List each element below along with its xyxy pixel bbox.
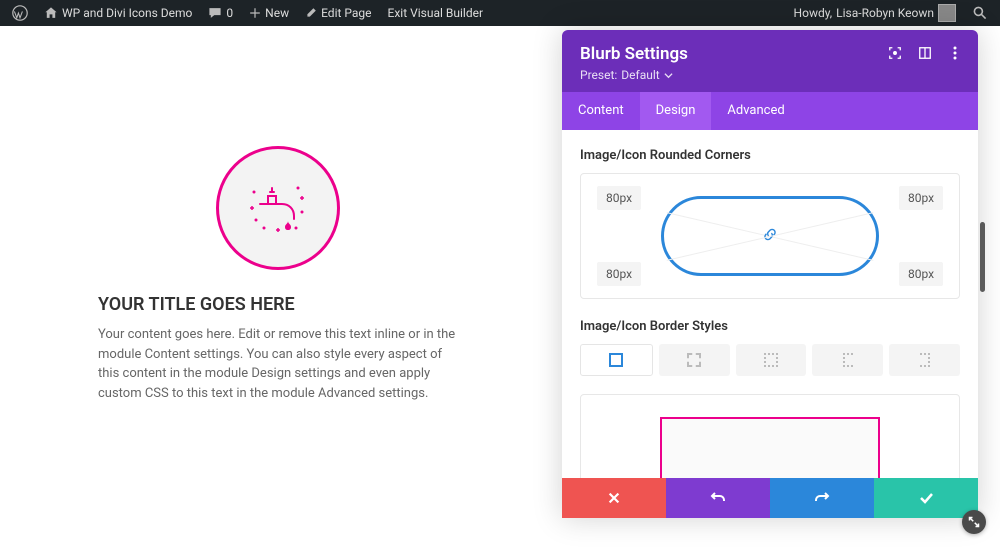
check-icon <box>918 490 934 506</box>
preset-value: Default <box>621 68 659 82</box>
wp-logo[interactable] <box>6 0 34 26</box>
exit-visual-builder[interactable]: Exit Visual Builder <box>382 0 490 26</box>
home-icon <box>44 6 58 20</box>
corner-input-bottom-left[interactable]: 80px <box>597 262 641 286</box>
panel-footer <box>562 478 978 518</box>
tab-advanced[interactable]: Advanced <box>711 92 800 130</box>
redo-icon <box>814 490 830 506</box>
corner-preview-pill <box>661 196 879 276</box>
link-values-toggle[interactable] <box>763 227 777 246</box>
corner-input-top-left[interactable]: 80px <box>597 186 641 210</box>
close-icon <box>607 491 621 505</box>
more-icon[interactable] <box>946 44 964 62</box>
panel-tabs: Content Design Advanced <box>562 92 978 130</box>
exit-vb-label: Exit Visual Builder <box>388 6 484 20</box>
square-dotted-icon <box>764 353 778 367</box>
stage: YOUR TITLE GOES HERE Your content goes h… <box>0 26 1000 548</box>
avatar <box>938 4 956 22</box>
tab-design[interactable]: Design <box>640 92 712 130</box>
corner-input-bottom-right[interactable]: 80px <box>899 262 943 286</box>
border-style-right[interactable] <box>736 344 807 376</box>
page-content: YOUR TITLE GOES HERE Your content goes h… <box>0 26 560 548</box>
border-style-top[interactable] <box>659 344 730 376</box>
tab-advanced-label: Advanced <box>727 103 784 118</box>
focus-icon[interactable] <box>886 44 904 62</box>
settings-panel: Blurb Settings Preset: Default Content <box>562 30 978 518</box>
site-title[interactable]: WP and Divi Icons Demo <box>38 0 198 26</box>
panel-header-actions <box>886 44 964 62</box>
border-style-all[interactable] <box>580 344 653 376</box>
search-icon <box>972 5 988 21</box>
undo-icon <box>710 490 726 506</box>
scrollbar-thumb[interactable] <box>980 222 985 292</box>
section-rounded-corners-label: Image/Icon Rounded Corners <box>580 148 960 163</box>
square-right-icon <box>920 353 930 367</box>
preset-label: Preset: <box>580 68 617 82</box>
redo-button[interactable] <box>770 478 874 518</box>
blurb-module[interactable]: YOUR TITLE GOES HERE Your content goes h… <box>98 146 458 403</box>
wpbar-right: Howdy, Lisa-Robyn Keown <box>788 0 994 26</box>
comments-count: 0 <box>226 6 233 20</box>
expand-panel-button[interactable] <box>962 510 986 534</box>
border-style-left[interactable] <box>889 344 960 376</box>
site-title-text: WP and Divi Icons Demo <box>62 6 192 20</box>
tab-content[interactable]: Content <box>562 92 640 130</box>
search[interactable] <box>966 0 994 26</box>
edit-page-label: Edit Page <box>321 6 371 20</box>
border-style-row <box>580 344 960 376</box>
expand-icon <box>968 516 980 528</box>
square-dashed-icon <box>687 353 701 367</box>
new-content[interactable]: New <box>243 0 295 26</box>
blurb-body[interactable]: Your content goes here. Edit or remove t… <box>98 325 458 403</box>
square-left-icon <box>843 353 853 367</box>
tab-design-label: Design <box>656 103 696 118</box>
comments[interactable]: 0 <box>202 0 239 26</box>
cancel-button[interactable] <box>562 478 666 518</box>
panel-header: Blurb Settings Preset: Default <box>562 30 978 92</box>
preset-row[interactable]: Preset: Default <box>580 68 960 82</box>
border-preview-inner <box>660 417 880 478</box>
howdy-prefix: Howdy, <box>794 6 833 20</box>
faucet-icon <box>238 168 318 248</box>
undo-button[interactable] <box>666 478 770 518</box>
new-label: New <box>265 6 289 20</box>
link-icon <box>763 228 777 242</box>
user-menu[interactable]: Howdy, Lisa-Robyn Keown <box>788 0 962 26</box>
blurb-icon-wrap <box>98 146 458 270</box>
corner-input-top-right[interactable]: 80px <box>899 186 943 210</box>
wpbar-left: WP and Divi Icons Demo 0 New Edit Page E… <box>6 0 489 26</box>
blurb-title[interactable]: YOUR TITLE GOES HERE <box>98 294 458 315</box>
save-button[interactable] <box>874 478 978 518</box>
border-style-bottom[interactable] <box>812 344 883 376</box>
user-name: Lisa-Robyn Keown <box>836 6 934 20</box>
pencil-icon <box>305 7 317 19</box>
wp-admin-bar: WP and Divi Icons Demo 0 New Edit Page E… <box>0 0 1000 26</box>
docs-icon[interactable] <box>916 44 934 62</box>
edit-page[interactable]: Edit Page <box>299 0 377 26</box>
section-border-styles-label: Image/Icon Border Styles <box>580 319 960 334</box>
border-preview-box <box>580 394 960 478</box>
tab-content-label: Content <box>578 103 624 118</box>
blurb-icon-circle <box>216 146 340 270</box>
rounded-corners-control: 80px 80px 80px 80px <box>580 173 960 299</box>
chevron-down-icon <box>664 71 673 80</box>
plus-icon <box>249 7 261 19</box>
panel-body: Image/Icon Rounded Corners 80px 80px 80p… <box>562 130 978 478</box>
comment-icon <box>208 6 222 20</box>
square-solid-icon <box>609 353 623 367</box>
